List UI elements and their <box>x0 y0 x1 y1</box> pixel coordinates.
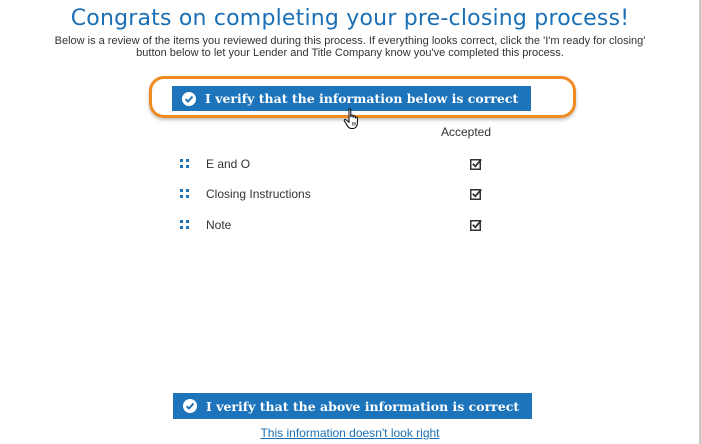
intro-line-2: button below to let your Lender and Titl… <box>136 47 564 59</box>
check-circle-icon <box>183 399 197 413</box>
list-item: E and O <box>180 156 500 172</box>
info-incorrect-link-row: This information doesn't look right <box>0 426 700 440</box>
content-panel: Congrats on completing your pre-closing … <box>0 0 701 444</box>
checked-checkbox-icon[interactable] <box>470 158 482 170</box>
item-label: Closing Instructions <box>206 187 311 201</box>
hand-cursor-icon <box>343 108 358 129</box>
drag-handle-icon <box>180 220 189 229</box>
list-item: Note <box>180 217 500 233</box>
info-incorrect-link[interactable]: This information doesn't look right <box>260 426 439 440</box>
checked-checkbox-icon[interactable] <box>470 188 482 200</box>
item-label: E and O <box>206 157 251 171</box>
page-title: Congrats on completing your pre-closing … <box>70 6 630 31</box>
list-item: Closing Instructions <box>180 186 500 202</box>
check-circle-icon <box>182 91 196 106</box>
verify-above-label: I verify that the above information is c… <box>206 398 520 414</box>
intro-text: Below is a review of the items you revie… <box>0 35 700 59</box>
accepted-column-header: Accepted <box>441 125 492 139</box>
checked-checkbox-icon[interactable] <box>470 219 482 231</box>
item-label: Note <box>206 218 232 232</box>
verify-below-label: I verify that the information below is c… <box>205 91 519 106</box>
intro-line-1: Below is a review of the items you revie… <box>54 35 646 47</box>
drag-handle-icon <box>180 159 189 168</box>
verify-above-button[interactable]: I verify that the above information is c… <box>173 393 532 419</box>
drag-handle-icon <box>180 189 189 198</box>
